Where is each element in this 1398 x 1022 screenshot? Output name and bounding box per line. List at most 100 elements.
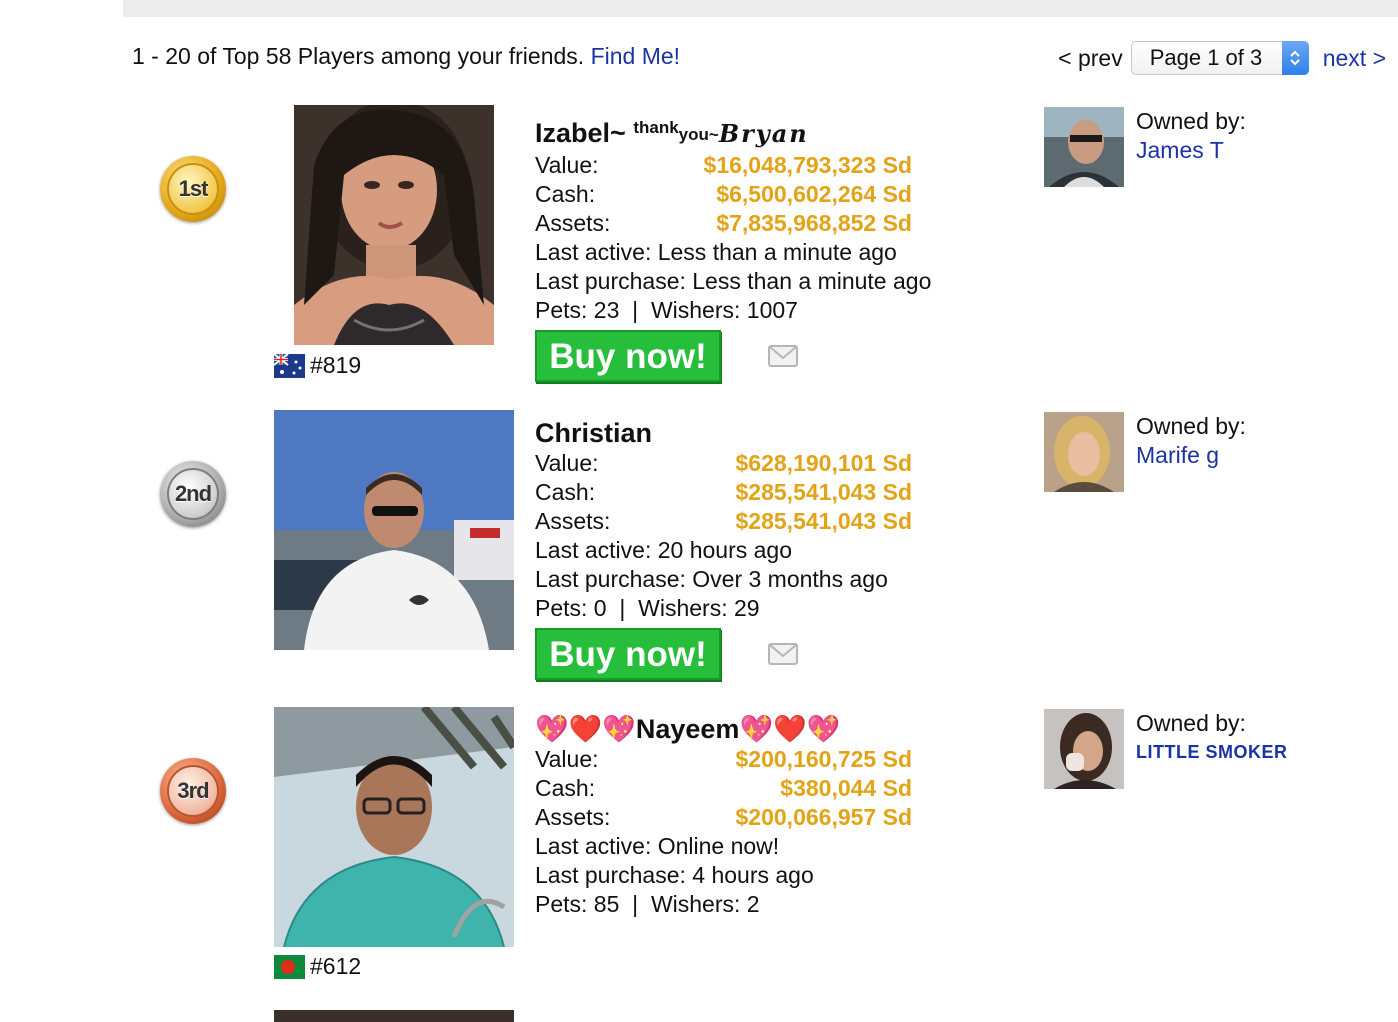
- pets-wishers: Pets: 85 | Wishers: 2: [535, 891, 760, 917]
- player-name[interactable]: Izabel~ thankyou~Bryan: [535, 112, 955, 151]
- owner-avatar[interactable]: [1044, 107, 1124, 187]
- results-summary: 1 - 20 of Top 58 Players among your frie…: [132, 43, 680, 70]
- assets-label: Assets:: [535, 210, 611, 236]
- pets-count: Pets: 23: [535, 297, 620, 323]
- page-select-value: Page 1 of 3: [1149, 45, 1263, 70]
- player-name[interactable]: Christian: [535, 417, 955, 449]
- pets-wishers: Pets: 0 | Wishers: 29: [535, 595, 760, 621]
- last-active: Last active: Online now!: [535, 833, 780, 859]
- last-purchase: Last purchase: Less than a minute ago: [535, 268, 932, 294]
- player-rank: #819: [310, 352, 362, 378]
- owned-by-label: Owned by:: [1136, 710, 1246, 736]
- player-name-you: you~: [678, 125, 719, 144]
- player-photo[interactable]: [274, 707, 514, 947]
- rank-line: #612: [274, 953, 361, 980]
- player-name[interactable]: 💖❤️💖Nayeem💖❤️💖: [535, 713, 955, 745]
- prev-link[interactable]: < prev: [1058, 45, 1123, 72]
- player-info: 💖❤️💖Nayeem💖❤️💖 Value: $200,160,725 Sd Cas…: [535, 713, 955, 919]
- silver-medal-icon: 2nd: [160, 461, 226, 527]
- pets-count: Pets: 0: [535, 595, 607, 621]
- heart-emoji-icon: 💖❤️💖: [535, 714, 636, 744]
- cash-amount: $380,044 Sd: [780, 775, 912, 801]
- assets-amount: $285,541,043 Sd: [735, 508, 912, 534]
- wishers-count: Wishers: 29: [638, 595, 760, 621]
- value-stat: Value: $200,160,725 Sd: [535, 745, 912, 774]
- player-name-script: Bryan: [718, 119, 809, 148]
- action-row: Buy now!: [535, 330, 955, 382]
- player-photo[interactable]: [294, 105, 494, 345]
- value-amount: $16,048,793,323 Sd: [703, 152, 912, 178]
- pets-count: Pets: 85: [535, 891, 620, 917]
- last-active: Last active: 20 hours ago: [535, 537, 792, 563]
- last-purchase: Last purchase: Over 3 months ago: [535, 566, 888, 592]
- australia-flag-icon: [273, 352, 305, 378]
- value-stat: Value: $628,190,101 Sd: [535, 449, 912, 478]
- value-label: Value:: [535, 450, 599, 476]
- rank-line: #819: [273, 352, 362, 379]
- cash-stat: Cash: $380,044 Sd: [535, 774, 912, 803]
- owner-link[interactable]: Marife g: [1136, 441, 1246, 470]
- buy-now-button[interactable]: Buy now!: [535, 628, 721, 680]
- page-select[interactable]: Page 1 of 3: [1130, 41, 1309, 75]
- heart-emoji-icon: 💖❤️💖: [739, 714, 841, 744]
- assets-amount: $7,835,968,852 Sd: [716, 210, 912, 236]
- assets-label: Assets:: [535, 508, 611, 534]
- assets-amount: $200,066,957 Sd: [735, 804, 912, 830]
- owner-info: Owned by: Marife g: [1136, 412, 1246, 470]
- owner-avatar[interactable]: [1044, 412, 1124, 492]
- player-name-thank: thank: [633, 118, 679, 137]
- action-row: Buy now!: [535, 628, 955, 680]
- medal-label: 3rd: [167, 765, 219, 817]
- next-player-photo-peek: [274, 1010, 514, 1022]
- owned-by-label: Owned by:: [1136, 108, 1246, 134]
- mail-icon[interactable]: [768, 345, 798, 367]
- wishers-count: Wishers: 1007: [650, 297, 798, 323]
- medal-label: 1st: [167, 163, 219, 215]
- cash-amount: $6,500,602,264 Sd: [716, 181, 912, 207]
- value-amount: $628,190,101 Sd: [735, 450, 912, 476]
- cash-amount: $285,541,043 Sd: [735, 479, 912, 505]
- owner-info: Owned by: James T: [1136, 107, 1246, 165]
- find-me-link[interactable]: Find Me!: [591, 43, 680, 69]
- value-amount: $200,160,725 Sd: [735, 746, 912, 772]
- bronze-medal-icon: 3rd: [160, 758, 226, 824]
- top-bar: [123, 0, 1398, 17]
- next-link[interactable]: next >: [1323, 45, 1386, 72]
- assets-label: Assets:: [535, 804, 611, 830]
- pets-wishers: Pets: 23 | Wishers: 1007: [535, 297, 798, 323]
- cash-stat: Cash: $285,541,043 Sd: [535, 478, 912, 507]
- player-name-main: Izabel~: [535, 118, 626, 148]
- owner-info: Owned by: LITTLE SMOKER: [1136, 709, 1288, 767]
- next-owner-peek: [1044, 1010, 1124, 1022]
- buy-now-button[interactable]: Buy now!: [535, 330, 721, 382]
- gold-medal-icon: 1st: [160, 156, 226, 222]
- select-arrows-icon: [1281, 41, 1309, 75]
- pagination: < prev Page 1 of 3 next >: [1058, 41, 1386, 75]
- assets-stat: Assets: $7,835,968,852 Sd: [535, 209, 912, 238]
- owner-link[interactable]: James T: [1136, 136, 1246, 165]
- last-active: Last active: Less than a minute ago: [535, 239, 897, 265]
- assets-stat: Assets: $285,541,043 Sd: [535, 507, 912, 536]
- player-photo[interactable]: [274, 410, 514, 650]
- owner-avatar[interactable]: [1044, 709, 1124, 789]
- bangladesh-flag-icon: [274, 954, 305, 979]
- player-rank: #612: [310, 953, 362, 979]
- owned-by-label: Owned by:: [1136, 413, 1246, 439]
- wishers-count: Wishers: 2: [650, 891, 760, 917]
- value-label: Value:: [535, 746, 599, 772]
- summary-text: 1 - 20 of Top 58 Players among your frie…: [132, 43, 585, 69]
- cash-label: Cash:: [535, 775, 596, 801]
- medal-label: 2nd: [167, 468, 219, 520]
- player-info: Izabel~ thankyou~Bryan Value: $16,048,793…: [535, 112, 955, 382]
- mail-icon[interactable]: [768, 643, 798, 665]
- owner-link[interactable]: LITTLE SMOKER: [1136, 738, 1288, 767]
- assets-stat: Assets: $200,066,957 Sd: [535, 803, 912, 832]
- value-label: Value:: [535, 152, 599, 178]
- value-stat: Value: $16,048,793,323 Sd: [535, 151, 912, 180]
- last-purchase: Last purchase: 4 hours ago: [535, 862, 814, 888]
- player-name-main: Nayeem: [635, 714, 740, 744]
- player-info: Christian Value: $628,190,101 Sd Cash: $28…: [535, 417, 955, 680]
- cash-label: Cash:: [535, 479, 596, 505]
- cash-stat: Cash: $6,500,602,264 Sd: [535, 180, 912, 209]
- cash-label: Cash:: [535, 181, 596, 207]
